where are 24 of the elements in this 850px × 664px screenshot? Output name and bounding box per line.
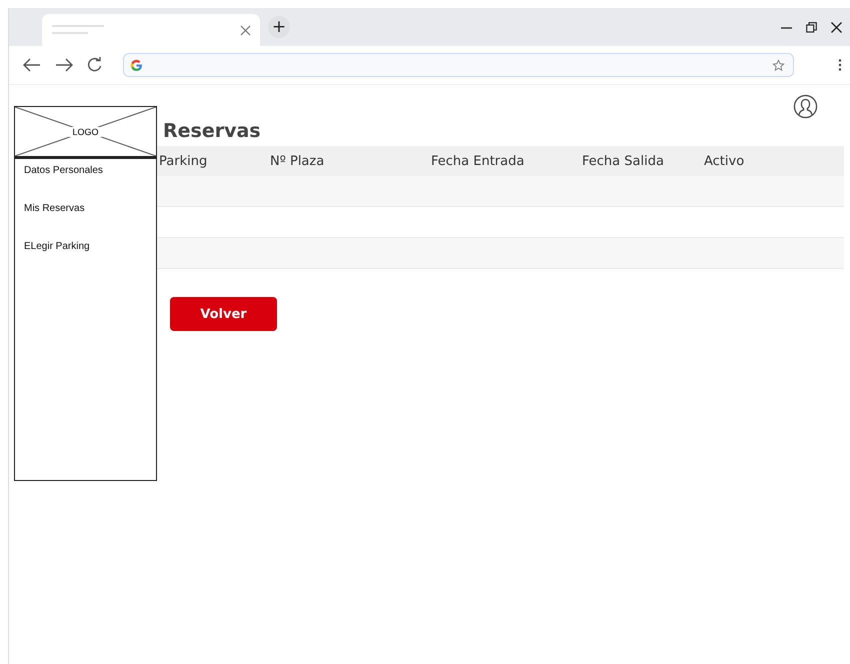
user-icon[interactable] xyxy=(793,94,818,119)
title-placeholder-icon xyxy=(52,24,104,36)
menu-icon[interactable] xyxy=(838,59,842,71)
sidebar-item[interactable]: Mis Reservas xyxy=(24,203,85,214)
google-icon xyxy=(130,58,143,72)
column-header: Nº Plaza xyxy=(270,154,324,168)
column-header: Fecha Salida xyxy=(582,154,664,168)
column-header: Activo xyxy=(704,154,744,168)
page-title: Reservas xyxy=(163,120,262,142)
sidebar-item[interactable]: Datos Personales xyxy=(24,165,103,176)
reload-icon[interactable] xyxy=(87,57,103,73)
forward-icon[interactable] xyxy=(55,58,73,72)
address-field[interactable] xyxy=(123,53,794,77)
star-icon[interactable] xyxy=(772,58,785,72)
new-tab-button[interactable]: + xyxy=(268,16,290,38)
sidebar-item[interactable]: ELegir Parking xyxy=(24,241,90,252)
back-button[interactable]: Volver xyxy=(170,297,277,331)
close-icon[interactable] xyxy=(831,22,842,32)
logo-text: LOGO xyxy=(69,126,102,136)
close-tab-icon[interactable] xyxy=(240,24,251,36)
column-header: Parking xyxy=(159,154,208,168)
column-header: Fecha Entrada xyxy=(431,154,524,168)
back-icon[interactable] xyxy=(23,58,41,72)
restore-icon[interactable] xyxy=(806,22,817,32)
